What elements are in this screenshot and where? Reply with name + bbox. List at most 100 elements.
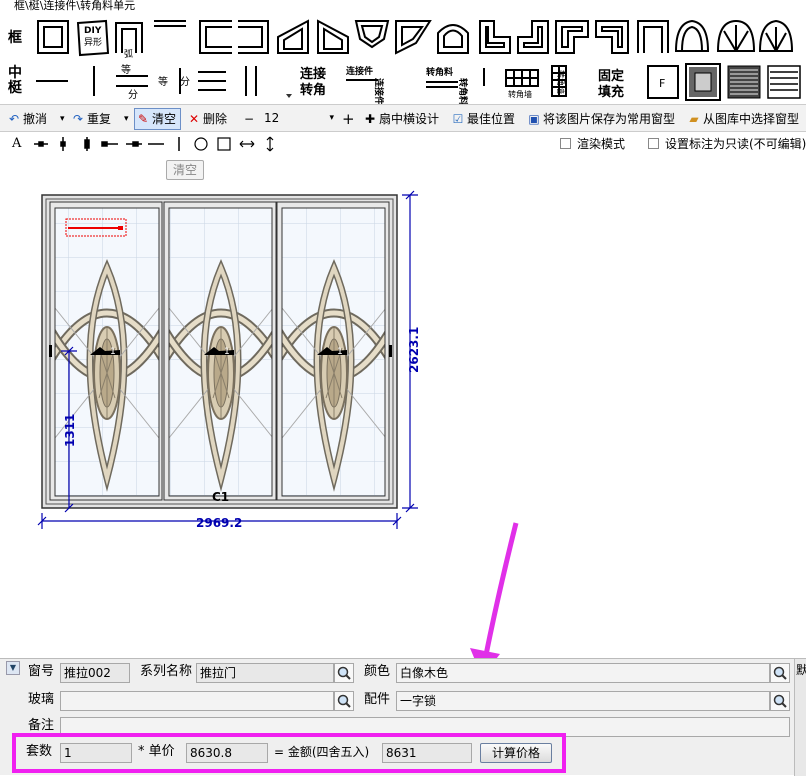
- choose-from-library-button[interactable]: ▰ 从图库中选择窗型: [688, 110, 799, 128]
- series-label: 系列名称: [140, 664, 193, 679]
- window-no-field[interactable]: 推拉002: [60, 663, 130, 683]
- arc-label-text: 弧: [124, 48, 133, 59]
- frame-shape-palette[interactable]: DIY 异形 弧: [36, 17, 806, 59]
- redo-button[interactable]: ↷ 重复: [72, 110, 111, 128]
- rect-tool-icon: [217, 137, 231, 151]
- fitting-search-button[interactable]: [770, 691, 790, 711]
- corner-material-h-text: 转角料: [426, 66, 453, 78]
- mullion-tool-row: 中 梃 等 分 等 分 连接 转角 连接件 连接件 转角料 转角料 转角墙 转角…: [0, 62, 806, 104]
- size-dropdown-icon: ▾: [329, 113, 334, 123]
- right-edge-label: 默: [796, 663, 806, 677]
- sash-design-button[interactable]: ✚ 扇中横设计: [364, 110, 439, 128]
- clear-icon: ✎: [137, 112, 149, 126]
- height-dimension: 2623.1: [407, 327, 421, 373]
- dim-vertical-icon: [60, 137, 66, 151]
- triple-line-icon: [198, 71, 226, 91]
- window-drawing[interactable]: 1 1 1 C1 2969.2 2623.1 1311: [0, 155, 806, 677]
- dim-vertical-b-icon: [84, 137, 90, 151]
- search-icon: [337, 666, 351, 680]
- redo-dropdown-icon[interactable]: ▾: [124, 110, 129, 128]
- increase-size-button[interactable]: +: [342, 110, 355, 128]
- connector-big-bottom-text: 转角: [300, 82, 326, 98]
- readonly-annotation-checkbox[interactable]: 设置标注为只读(不可编辑): [648, 135, 806, 153]
- frame-rect-icon: [37, 20, 69, 54]
- save-as-common-button[interactable]: ▣ 将该图片保存为常用窗型: [528, 110, 675, 128]
- panel-collapse-icon[interactable]: ▼: [6, 661, 20, 675]
- equal-bottom-text: 分: [128, 89, 138, 101]
- dim-arrow-v-icon: [266, 136, 274, 152]
- delete-button[interactable]: ✕ 删除: [188, 110, 227, 128]
- delete-icon: ✕: [188, 112, 200, 126]
- diy-top-text: DIY: [84, 26, 102, 36]
- corner-material-h-icon: [426, 81, 458, 88]
- amount-field[interactable]: 8631: [382, 743, 472, 763]
- glass-field[interactable]: [60, 691, 334, 711]
- best-position-button[interactable]: ☑ 最佳位置: [452, 110, 515, 128]
- frame-half-circle-icon: [674, 19, 710, 52]
- tab-path[interactable]: 框\梃\连接件\转角料单元: [0, 0, 806, 13]
- best-position-icon: ☑: [452, 112, 464, 126]
- frame-row-label: 框: [8, 30, 22, 46]
- corner-wall-v-text: 转角墙: [556, 70, 566, 94]
- fitting-label: 配件: [364, 692, 391, 707]
- frame-c-right-icon: [238, 20, 269, 54]
- frame-trapezoid-right-icon: [317, 19, 349, 54]
- color-label: 颜色: [364, 664, 391, 679]
- readonly-check-box[interactable]: [648, 138, 659, 149]
- frame-trapezoid-left-icon: [277, 19, 309, 54]
- fixed-fill-top-text: 固定: [598, 68, 624, 84]
- connector-piece-h-text: 连接件: [346, 65, 373, 77]
- size-select[interactable]: 12 ▾: [262, 109, 338, 129]
- main-toolbar: ↶ 撤消 ▾ ↷ 重复 ▾ ✎ 清空 ✕ 删除 − 12 ▾ + ✚ 扇中横设计 ☑ 最佳位置…: [0, 104, 806, 132]
- frame-diamond-icon: [395, 20, 432, 55]
- right-handle: [389, 345, 392, 357]
- clear-button[interactable]: ✎ 清空: [134, 108, 182, 130]
- circle-tool-icon: [194, 137, 208, 151]
- fitting-field[interactable]: 一字锁: [396, 691, 770, 711]
- sash-mark-3: 1: [337, 347, 343, 357]
- equal-side-a-text: 等: [158, 75, 168, 88]
- frame-fan-icon: [716, 19, 756, 52]
- line-right-icon: [126, 141, 142, 147]
- equal-split-h-icon: [116, 75, 148, 87]
- fill-f-text: F: [659, 77, 665, 90]
- connector-big-top-text: 连接: [300, 66, 326, 82]
- equal-side-b-text: 分: [180, 76, 190, 88]
- amount-label: = 金额(四舍五入): [274, 745, 370, 759]
- drawing-toolbar: A 渲染模式 设置标注为只读(不可编辑): [0, 133, 806, 155]
- connector-piece-v-text: 连接件: [373, 78, 385, 104]
- undo-dropdown-icon[interactable]: ▾: [60, 110, 65, 128]
- render-mode-checkbox[interactable]: 渲染模式: [560, 135, 625, 153]
- frame-notch-d-icon: [595, 20, 629, 54]
- mullion-row-label-top: 中: [8, 65, 22, 81]
- frame-c-left-icon: [199, 20, 232, 54]
- right-side-panel[interactable]: 默: [794, 659, 806, 776]
- window-code-label: C1: [212, 490, 229, 504]
- annotation-tool-strip[interactable]: [30, 135, 280, 153]
- series-field[interactable]: 推拉门: [196, 663, 334, 683]
- series-search-button[interactable]: [334, 663, 354, 683]
- window-no-label: 窗号: [28, 664, 55, 679]
- color-search-button[interactable]: [770, 663, 790, 683]
- double-vertical-icon: [245, 66, 257, 96]
- glass-label: 玻璃: [28, 692, 55, 707]
- width-dimension: 2969.2: [196, 516, 242, 530]
- corner-material-v-text: 转角料: [457, 78, 469, 104]
- handle-height-dimension: 1311: [63, 414, 77, 447]
- color-field[interactable]: 白像木色: [396, 663, 770, 683]
- frame-top-line-icon: [154, 20, 186, 27]
- frame-notch-b-icon: [517, 20, 549, 54]
- sash-mark-2: 1: [224, 347, 230, 357]
- frame-notch-c-icon: [555, 20, 589, 54]
- calculate-price-button[interactable]: 计算价格: [480, 743, 552, 763]
- search-icon: [773, 666, 787, 680]
- render-mode-check-box[interactable]: [560, 138, 571, 149]
- drawing-canvas[interactable]: 1 1 1 C1 2969.2 2623.1 1311: [0, 155, 806, 677]
- text-tool-button[interactable]: A: [12, 135, 21, 153]
- decrease-size-button[interactable]: −: [244, 110, 254, 128]
- mullion-tool-palette[interactable]: 等 分 等 分 连接 转角 连接件 连接件 转角料 转角料 转角墙 转角墙 固定…: [30, 62, 806, 104]
- sets-field[interactable]: 1: [60, 743, 132, 763]
- undo-button[interactable]: ↶ 撤消: [8, 110, 47, 128]
- unit-price-field[interactable]: 8630.8: [186, 743, 268, 763]
- glass-search-button[interactable]: [334, 691, 354, 711]
